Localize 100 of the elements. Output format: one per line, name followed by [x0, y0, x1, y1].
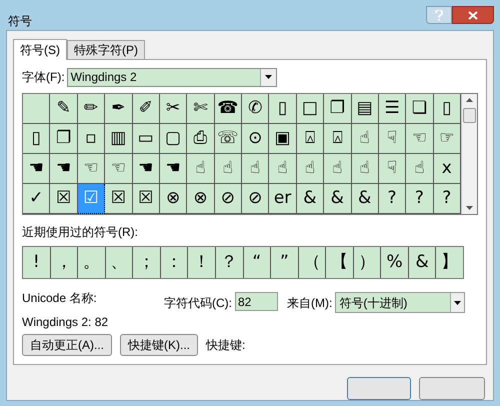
- symbol-cell[interactable]: ☜: [78, 154, 106, 184]
- symbol-cell[interactable]: ⍓: [296, 124, 324, 154]
- scroll-thumb[interactable]: [463, 108, 476, 123]
- recent-symbol-cell[interactable]: ，: [50, 247, 78, 278]
- symbol-cell[interactable]: ▣: [269, 124, 297, 154]
- symbol-cell[interactable]: ⎙: [187, 124, 215, 154]
- symbol-cell[interactable]: x: [434, 154, 461, 184]
- symbol-cell[interactable]: ✐: [132, 94, 160, 124]
- symbol-cell[interactable]: ☝: [269, 154, 297, 184]
- recent-symbol-cell[interactable]: 。: [78, 247, 106, 278]
- symbol-cell[interactable]: ❏: [406, 94, 434, 124]
- symbol-cell[interactable]: ❐: [50, 124, 78, 154]
- dropdown-caret-icon: [264, 75, 272, 79]
- dialog-button[interactable]: 自动更正(A)...: [22, 334, 112, 356]
- symbol-cell[interactable]: ☝: [352, 154, 379, 184]
- symbol-cell[interactable]: ✄: [187, 94, 215, 124]
- symbol-cell[interactable]: ☜: [406, 124, 434, 154]
- recent-symbol-cell[interactable]: 】: [436, 247, 463, 278]
- symbol-cell[interactable]: &: [296, 184, 324, 214]
- symbol-cell[interactable]: ?: [406, 184, 434, 214]
- symbol-cell[interactable]: ☝: [214, 154, 242, 184]
- symbol-cell[interactable]: ☰: [378, 94, 406, 124]
- help-icon: [435, 10, 443, 20]
- recent-symbol-cell[interactable]: 、: [106, 247, 134, 278]
- symbol-cell[interactable]: ☟: [378, 154, 406, 184]
- symbol-cell[interactable]: ✎: [50, 94, 78, 124]
- symbol-cell[interactable]: ⊗: [187, 184, 215, 214]
- symbol-cell[interactable]: ☝: [324, 154, 352, 184]
- symbol-cell[interactable]: ☝: [187, 154, 215, 184]
- char-code-field[interactable]: 82: [235, 292, 278, 311]
- close-button[interactable]: [452, 6, 494, 24]
- font-dropdown[interactable]: Wingdings 2: [66, 68, 277, 86]
- symbol-cell[interactable]: ▯: [23, 124, 50, 154]
- symbol-cell[interactable]: ▫: [78, 124, 106, 154]
- recent-symbol-cell[interactable]: %: [381, 247, 409, 278]
- recent-symbol-cell[interactable]: 【: [326, 247, 354, 278]
- symbol-cell[interactable]: ▯: [269, 94, 297, 124]
- recent-symbol-cell[interactable]: ！: [188, 247, 216, 278]
- symbol-cell[interactable]: [23, 94, 50, 124]
- symbol-cell[interactable]: ☏: [214, 124, 242, 154]
- symbol-cell[interactable]: ☎: [214, 94, 242, 124]
- symbol-cell[interactable]: ❐: [324, 94, 352, 124]
- symbol-cell[interactable]: ☜: [105, 154, 132, 184]
- scroll-down-icon: [466, 206, 473, 210]
- symbol-cell[interactable]: □: [296, 94, 324, 124]
- symbol-cell[interactable]: ⊘: [242, 184, 270, 214]
- symbol-cell[interactable]: ☝: [242, 154, 270, 184]
- recent-symbol-cell[interactable]: ）: [354, 247, 382, 278]
- symbol-cell[interactable]: ✆: [242, 94, 270, 124]
- recent-symbol-cell[interactable]: （: [298, 247, 326, 278]
- symbol-cell[interactable]: ?: [434, 184, 461, 214]
- symbol-cell[interactable]: ☚: [160, 154, 188, 184]
- dropdown-caret-icon: [454, 300, 462, 304]
- recent-symbol-cell[interactable]: “: [244, 247, 272, 278]
- symbol-cell[interactable]: ✂: [160, 94, 188, 124]
- symbol-cell[interactable]: ✓: [23, 184, 50, 214]
- symbol-cell[interactable]: er: [269, 184, 297, 214]
- symbol-cell[interactable]: ☚: [132, 154, 160, 184]
- symbol-cell[interactable]: ▭: [132, 124, 160, 154]
- symbol-cell[interactable]: ☝: [352, 124, 379, 154]
- close-icon: [468, 10, 478, 20]
- symbol-cell[interactable]: ▤: [352, 94, 379, 124]
- symbol-cell[interactable]: ☝: [296, 154, 324, 184]
- recent-label: 近期使用过的符号(R):: [22, 224, 139, 241]
- window-title: 符号: [7, 13, 32, 30]
- symbol-cell[interactable]: ☒: [50, 184, 78, 214]
- tab[interactable]: 特殊字符(P): [67, 40, 145, 59]
- recent-symbol-cell[interactable]: ？: [216, 247, 244, 278]
- symbol-cell[interactable]: ▥: [105, 124, 132, 154]
- symbol-cell[interactable]: ⊗: [160, 184, 188, 214]
- recent-symbol-cell[interactable]: ；: [133, 247, 161, 278]
- recent-symbol-cell[interactable]: &: [408, 247, 436, 278]
- symbol-cell[interactable]: &: [352, 184, 379, 214]
- dialog-button[interactable]: 快捷键(K)...: [120, 334, 198, 356]
- symbol-cell[interactable]: ⊘: [214, 184, 242, 214]
- symbol-cell[interactable]: ?: [378, 184, 406, 214]
- symbol-cell[interactable]: ☚: [23, 154, 50, 184]
- scrollbar[interactable]: [461, 94, 477, 214]
- symbol-cell[interactable]: ☚: [50, 154, 78, 184]
- from-dropdown[interactable]: 符号(十进制): [335, 292, 466, 313]
- recent-symbol-cell[interactable]: ：: [160, 247, 188, 278]
- recent-symbol-cell[interactable]: !: [23, 247, 51, 278]
- cancel-button[interactable]: [419, 377, 485, 400]
- tab[interactable]: 符号(S): [13, 39, 67, 60]
- symbol-cell[interactable]: ⊙: [242, 124, 270, 154]
- symbol-cell[interactable]: ☒: [105, 184, 132, 214]
- insert-button[interactable]: [347, 377, 411, 400]
- symbol-cell[interactable]: ▯: [434, 94, 461, 124]
- unicode-name-value: Wingdings 2: 82: [22, 314, 110, 331]
- symbol-cell[interactable]: ☒: [132, 184, 160, 214]
- symbol-cell[interactable]: ☟: [378, 124, 406, 154]
- recent-symbol-cell[interactable]: ”: [271, 247, 299, 278]
- symbol-cell[interactable]: ⍓: [324, 124, 352, 154]
- help-button[interactable]: [426, 6, 452, 24]
- symbol-cell[interactable]: ▢: [160, 124, 188, 154]
- symbol-cell[interactable]: ☞: [434, 124, 461, 154]
- symbol-cell[interactable]: ☝: [406, 154, 434, 184]
- symbol-cell[interactable]: ✒: [105, 94, 132, 124]
- symbol-cell[interactable]: ✏: [78, 94, 106, 124]
- symbol-cell[interactable]: &: [324, 184, 352, 214]
